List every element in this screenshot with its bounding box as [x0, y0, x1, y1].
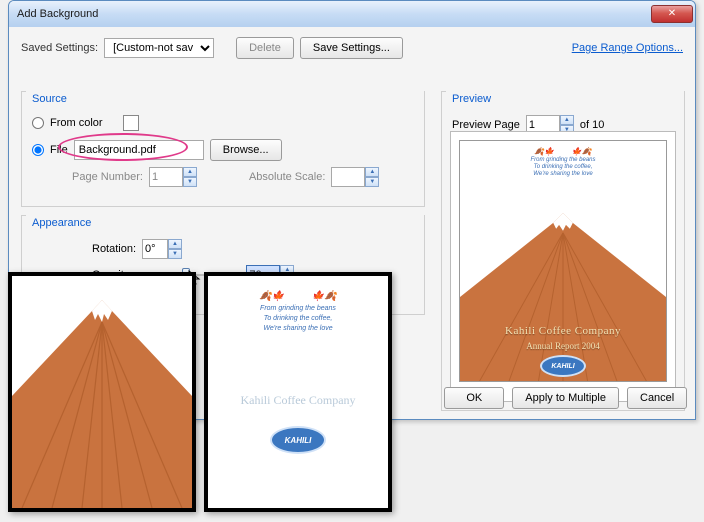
save-settings-button[interactable]: Save Settings...: [300, 37, 403, 59]
from-color-label: From color: [50, 117, 103, 129]
spinner-up-icon[interactable]: ▲: [183, 167, 197, 177]
thumb2-company: Kahili Coffee Company: [208, 393, 388, 408]
titlebar: Add Background ✕: [9, 1, 695, 27]
example-thumbnail-background: [8, 272, 196, 512]
close-button[interactable]: ✕: [651, 5, 693, 23]
from-color-radio[interactable]: [32, 117, 44, 129]
thumb2-logo: KAHILI: [270, 426, 326, 454]
file-label: File: [50, 144, 68, 156]
preview-company: Kahili Coffee Company: [460, 325, 666, 337]
spinner-down-icon[interactable]: ▼: [168, 249, 182, 259]
preview-page-label: Preview Page: [452, 119, 520, 131]
page-number-spinner[interactable]: ▲▼: [149, 167, 197, 187]
rotation-spinner[interactable]: ▲▼: [142, 239, 182, 259]
file-input[interactable]: [74, 140, 204, 160]
apply-to-multiple-button[interactable]: Apply to Multiple: [512, 387, 619, 409]
source-fieldset: Source From color File Browse... Page Nu…: [21, 91, 425, 207]
tagline2: To drinking the coffee,: [460, 164, 666, 171]
page-number-label: Page Number:: [72, 171, 143, 183]
spinner-up-icon[interactable]: ▲: [365, 167, 379, 177]
saved-settings-label: Saved Settings:: [21, 42, 98, 54]
kahili-logo: KAHILI: [540, 355, 586, 377]
t2-tag1: From grinding the beans: [208, 304, 388, 314]
rotation-label: Rotation:: [92, 243, 136, 255]
browse-button[interactable]: Browse...: [210, 139, 282, 161]
spinner-down-icon[interactable]: ▼: [183, 177, 197, 187]
source-legend: Source: [32, 93, 71, 105]
appearance-legend: Appearance: [32, 217, 95, 229]
spinner-up-icon[interactable]: ▲: [560, 115, 574, 125]
absolute-scale-label: Absolute Scale:: [249, 171, 325, 183]
color-swatch[interactable]: [123, 115, 139, 131]
saved-settings-combo[interactable]: [Custom-not saved]: [104, 38, 214, 58]
page-range-options-link[interactable]: Page Range Options...: [572, 42, 683, 54]
file-radio[interactable]: [32, 144, 44, 156]
example-thumbnail-foreground: 🍂🍁 🍁🍂 From grinding the beans To drinkin…: [204, 272, 392, 512]
t2-tag3: We're sharing the love: [208, 324, 388, 334]
window-title: Add Background: [17, 8, 651, 20]
t2-tag2: To drinking the coffee,: [208, 314, 388, 324]
preview-report: Annual Report 2004: [460, 341, 666, 351]
tagline3: We're sharing the love: [460, 171, 666, 178]
preview-legend: Preview: [452, 93, 495, 105]
tagline1: From grinding the beans: [460, 157, 666, 164]
delete-button[interactable]: Delete: [236, 37, 294, 59]
cancel-button[interactable]: Cancel: [627, 387, 687, 409]
spinner-down-icon[interactable]: ▼: [365, 177, 379, 187]
preview-panel: 🍂🍁 🍁🍂 From grinding the beans To drinkin…: [450, 131, 676, 402]
preview-document: 🍂🍁 🍁🍂 From grinding the beans To drinkin…: [459, 140, 667, 382]
absolute-scale-spinner[interactable]: ▲▼: [331, 167, 379, 187]
preview-fieldset: Preview Preview Page ▲▼ of 10 🍂🍁 🍁🍂: [441, 91, 685, 411]
preview-of-label: of 10: [580, 119, 604, 131]
ok-button[interactable]: OK: [444, 387, 504, 409]
spinner-up-icon[interactable]: ▲: [168, 239, 182, 249]
